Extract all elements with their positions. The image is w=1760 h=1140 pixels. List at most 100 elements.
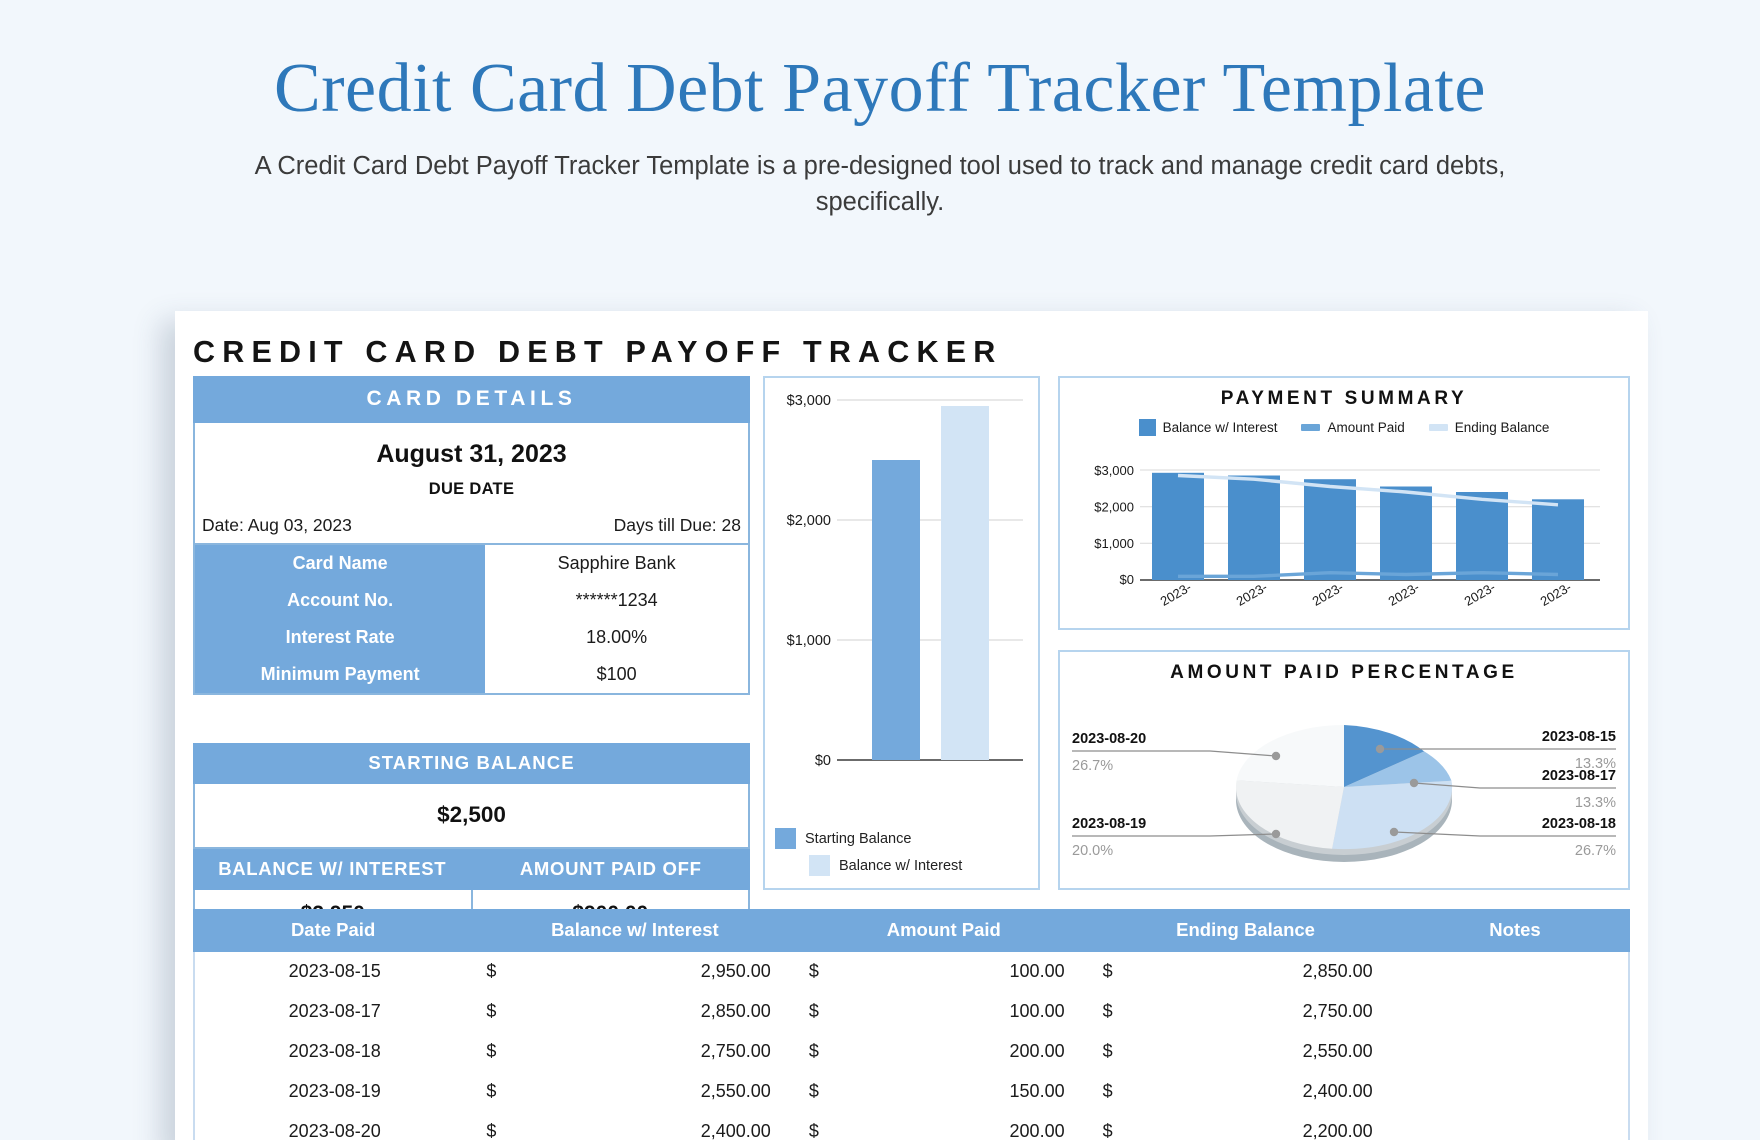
cell-amount-paid: $ 100.00 [797,992,1091,1032]
currency-amount: 2,750.00 [700,1041,771,1061]
legend-item-balance-w-interest[interactable]: Balance w/ Interest [1138,419,1278,436]
pie-label-name-2: 2023-08-18 [1542,816,1616,832]
currency-amount: 2,550.00 [700,1081,771,1101]
cell-date-paid: 2023-08-19 [288,1081,381,1101]
bar-0 [1152,472,1204,580]
currency-amount: 2,400.00 [1302,1081,1373,1101]
pie-slice-2023-08-19 [1235,780,1344,849]
ytick-2000: $2,000 [1094,500,1134,515]
pie-label-pct-3: 20.0% [1072,843,1113,859]
cell-ending-balance: $ 2,750.00 [1091,992,1399,1032]
cell-balance: $ 2,950.00 [474,952,796,992]
value-card-name[interactable]: Sapphire Bank [485,545,748,582]
table-row[interactable]: 2023-08-18 $ 2,750.00 $ 200.00 $ 2,550.0… [195,1032,1628,1072]
cell-notes[interactable] [1399,1112,1628,1140]
pie-slice-2023-08-18 [1332,780,1453,850]
legend-swatch-balance-w-interest [1138,419,1156,436]
amount-paid-percentage-chart[interactable]: AMOUNT PAID PERCENTAGE 2023-08-15 13.3% … [1058,650,1630,890]
bar-balance-with-interest [941,406,989,760]
xtick-labels: 2023- 2023- 2023- 2023- 2023- 2023- [1158,579,1574,609]
table-row[interactable]: 2023-08-15 $ 2,950.00 $ 100.00 $ 2,850.0… [195,952,1628,992]
legend-label-balance-w-interest: Balance w/ Interest [1162,420,1278,435]
days-till-due-text: Days till Due: 28 [613,515,741,535]
cell-notes[interactable] [1399,1032,1628,1072]
currency-symbol: $ [808,1081,819,1101]
currency-symbol: $ [486,1121,497,1140]
value-account-no[interactable]: ******1234 [485,582,748,619]
cell-balance: $ 2,550.00 [474,1072,796,1112]
cell-date-paid: 2023-08-15 [288,961,381,981]
currency-amount: 150.00 [1009,1081,1065,1101]
card-attribute-labels: Card Name Account No. Interest Rate Mini… [195,545,486,693]
currency-symbol: $ [1102,1081,1113,1101]
bar-4 [1456,492,1508,580]
table-row[interactable]: 2023-08-19 $ 2,550.00 $ 150.00 $ 2,400.0… [195,1072,1628,1112]
legend-label-balance-with-interest: Balance w/ Interest [839,857,963,874]
payment-table: Date Paid Balance w/ Interest Amount Pai… [193,909,1630,1140]
payment-summary-legend: Balance w/ Interest Amount Paid Ending B… [1060,419,1628,436]
date-days-row: Date: Aug 03, 2023 Days till Due: 28 [195,505,748,545]
cell-ending-balance: $ 2,200.00 [1091,1112,1399,1140]
currency-amount: 200.00 [1009,1121,1065,1140]
due-date-value: August 31, 2023 [376,440,567,468]
starting-balance-header: STARTING BALANCE [193,743,750,784]
xtick-1: 2023- [1234,579,1270,609]
currency-amount: 2,550.00 [1302,1041,1373,1061]
card-attributes-table: Card Name Account No. Interest Rate Mini… [195,545,748,693]
due-date-block: August 31, 2023 DUE DATE [195,423,748,505]
currency-symbol: $ [808,1041,819,1061]
legend-item-starting-balance[interactable]: Starting Balance [775,828,962,849]
pie-label-name-3: 2023-08-19 [1072,816,1146,832]
currency-amount: 100.00 [1009,1001,1065,1021]
balance-comparison-plot: $3,000 $2,000 $1,000 $0 [787,393,1023,769]
xtick-4: 2023- [1462,579,1498,609]
xtick-5: 2023- [1538,579,1574,609]
sheet-title: CREDIT CARD DEBT PAYOFF TRACKER [193,335,1003,369]
currency-amount: 2,850.00 [1302,961,1373,981]
pie-slice-2023-08-20 [1236,725,1344,787]
table-row[interactable]: 2023-08-17 $ 2,850.00 $ 100.00 $ 2,750.0… [195,992,1628,1032]
table-row[interactable]: 2023-08-20 $ 2,400.00 $ 200.00 $ 2,200.0… [195,1112,1628,1140]
legend-item-balance-with-interest[interactable]: Balance w/ Interest [775,855,962,876]
cell-notes[interactable] [1399,1072,1628,1112]
hero-section: Credit Card Debt Payoff Tracker Template… [0,0,1760,220]
due-date-label: DUE DATE [428,480,515,498]
cell-date-paid: 2023-08-20 [288,1121,381,1140]
ytick-2000: $2,000 [787,513,831,529]
column-header-balance: Balance w/ Interest [551,919,719,940]
legend-label-amount-paid: Amount Paid [1327,420,1405,435]
legend-swatch-starting-balance [775,828,796,849]
pie-label-name-4: 2023-08-20 [1072,731,1146,747]
gridlines [1140,469,1600,544]
legend-item-ending-balance[interactable]: Ending Balance [1428,420,1549,435]
balance-comparison-chart[interactable]: $3,000 $2,000 $1,000 $0 Starting Balance [763,376,1040,890]
currency-amount: 2,400.00 [700,1121,771,1140]
cell-amount-paid: $ 150.00 [797,1072,1091,1112]
starting-balance-value[interactable]: $2,500 [193,784,750,849]
ytick-3000: $3,000 [1094,463,1134,478]
column-header-notes: Notes [1489,919,1541,940]
currency-symbol: $ [1102,1001,1113,1021]
ytick-0: $0 [815,753,831,769]
pie-label-pct-1: 13.3% [1575,795,1616,811]
cell-date-paid: 2023-08-18 [288,1041,381,1061]
bar-1 [1228,475,1280,580]
cell-ending-balance: $ 2,850.00 [1091,952,1399,992]
gridlines [837,399,1023,641]
table-header-row: Date Paid Balance w/ Interest Amount Pai… [193,909,1630,952]
balance-with-interest-header: BALANCE W/ INTEREST [193,849,472,890]
cell-notes[interactable] [1399,992,1628,1032]
currency-symbol: $ [486,1001,497,1021]
currency-symbol: $ [1102,1121,1113,1140]
payment-summary-chart[interactable]: PAYMENT SUMMARY Balance w/ Interest Amou… [1058,376,1630,630]
cell-notes[interactable] [1399,952,1628,992]
cell-amount-paid: $ 200.00 [797,1032,1091,1072]
column-header-ending: Ending Balance [1176,919,1315,940]
balance-chart-legend: Starting Balance Balance w/ Interest [775,822,962,876]
value-minimum-payment[interactable]: $100 [485,656,748,693]
cell-amount-paid: $ 100.00 [797,952,1091,992]
tracker-sheet: CREDIT CARD DEBT PAYOFF TRACKER CARD DET… [175,311,1648,1140]
legend-item-amount-paid[interactable]: Amount Paid [1301,420,1405,435]
currency-amount: 2,850.00 [700,1001,771,1021]
value-interest-rate[interactable]: 18.00% [485,619,748,656]
